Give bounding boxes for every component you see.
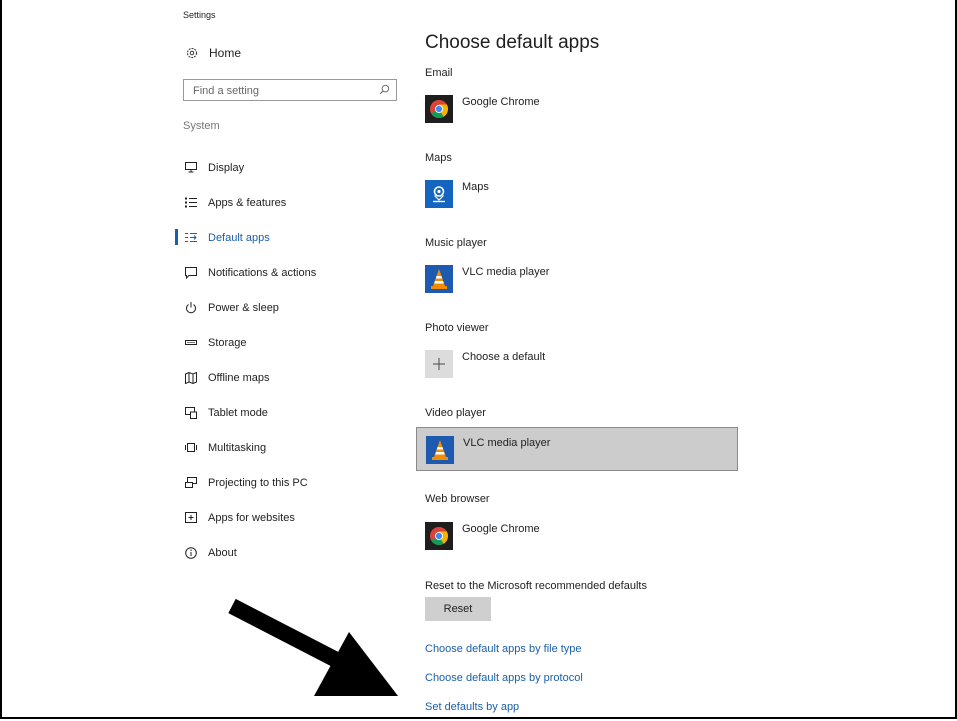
page-title: Choose default apps (425, 32, 600, 53)
vlc-icon (426, 436, 454, 464)
link-set-defaults-by-app[interactable]: Set defaults by app (425, 701, 519, 713)
multitasking-icon (185, 442, 197, 454)
sidebar-item-storage[interactable]: Storage (173, 325, 403, 360)
sidebar-item-power-sleep[interactable]: Power & sleep (173, 290, 403, 325)
search-input[interactable] (191, 81, 375, 101)
vlc-icon (425, 265, 453, 293)
web-app-icon (185, 512, 197, 524)
category-label-photo-viewer: Photo viewer (425, 322, 489, 334)
monitor-icon (185, 162, 197, 174)
sidebar-item-label: Apps & features (208, 196, 287, 209)
maps-icon (425, 180, 453, 208)
default-app-maps[interactable]: Maps (425, 180, 489, 208)
app-name: Choose a default (462, 351, 546, 363)
info-icon (185, 546, 197, 559)
category-label-email: Email (425, 67, 453, 79)
reset-button[interactable]: Reset (425, 597, 491, 621)
sidebar-item-offline-maps[interactable]: Offline maps (173, 360, 403, 395)
link-default-apps-by-file-type[interactable]: Choose default apps by file type (425, 643, 582, 655)
link-default-apps-by-protocol[interactable]: Choose default apps by protocol (425, 672, 583, 684)
sidebar-item-apps-for-websites[interactable]: Apps for websites (173, 500, 403, 535)
tablet-icon (185, 406, 197, 419)
message-icon (185, 266, 197, 279)
sidebar-item-label: Apps for websites (208, 511, 295, 524)
sidebar-item-label: About (208, 546, 237, 559)
default-app-web-browser[interactable]: Google Chrome (425, 522, 540, 550)
map-icon (185, 371, 197, 384)
window-title: Settings (183, 10, 216, 20)
search-icon[interactable] (379, 84, 390, 95)
reset-description: Reset to the Microsoft recommended defau… (425, 580, 647, 592)
default-app-photo-viewer[interactable]: Choose a default (425, 350, 545, 378)
gear-icon (186, 47, 198, 59)
plus-icon (425, 350, 453, 378)
app-name: VLC media player (463, 437, 551, 449)
home-nav-item[interactable]: Home (185, 46, 241, 60)
default-app-music-player[interactable]: VLC media player (425, 265, 549, 293)
app-name: Maps (462, 181, 489, 193)
default-app-video-player[interactable]: VLC media player (416, 427, 738, 471)
search-box[interactable] (183, 79, 397, 101)
sidebar-item-label: Display (208, 161, 245, 174)
sidebar-item-tablet-mode[interactable]: Tablet mode (173, 395, 403, 430)
app-name: Google Chrome (462, 96, 540, 108)
home-label: Home (209, 46, 242, 60)
default-apps-icon (185, 232, 197, 244)
sidebar-item-label: Default apps (208, 231, 270, 244)
app-name: VLC media player (462, 266, 550, 278)
sidebar-nav: Display Apps & features Default apps Not… (173, 150, 403, 570)
active-indicator (175, 229, 178, 245)
drive-icon (185, 337, 197, 349)
chrome-icon (425, 95, 453, 123)
sidebar-item-label: Notifications & actions (208, 266, 317, 279)
category-label-video-player: Video player (425, 407, 486, 419)
sidebar-item-default-apps[interactable]: Default apps (173, 220, 403, 255)
sidebar-item-label: Storage (208, 336, 247, 349)
sidebar-item-about[interactable]: About (173, 535, 403, 570)
category-label-maps: Maps (425, 152, 452, 164)
projector-icon (185, 476, 197, 489)
app-name: Google Chrome (462, 523, 540, 535)
category-label-web-browser: Web browser (425, 493, 490, 505)
power-icon (185, 301, 197, 314)
sidebar-item-display[interactable]: Display (173, 150, 403, 185)
default-app-email[interactable]: Google Chrome (425, 95, 540, 123)
sidebar-item-multitasking[interactable]: Multitasking (173, 430, 403, 465)
sidebar-item-apps-features[interactable]: Apps & features (173, 185, 403, 220)
sidebar-item-label: Power & sleep (208, 301, 279, 314)
sidebar-item-label: Offline maps (208, 371, 270, 384)
sidebar-item-label: Tablet mode (208, 406, 268, 419)
section-label-system: System (183, 120, 220, 132)
sidebar-item-label: Projecting to this PC (208, 476, 308, 489)
chrome-icon (425, 522, 453, 550)
list-icon (185, 197, 197, 209)
sidebar-item-notifications[interactable]: Notifications & actions (173, 255, 403, 290)
sidebar-item-projecting[interactable]: Projecting to this PC (173, 465, 403, 500)
category-label-music-player: Music player (425, 237, 487, 249)
sidebar-item-label: Multitasking (208, 441, 267, 454)
